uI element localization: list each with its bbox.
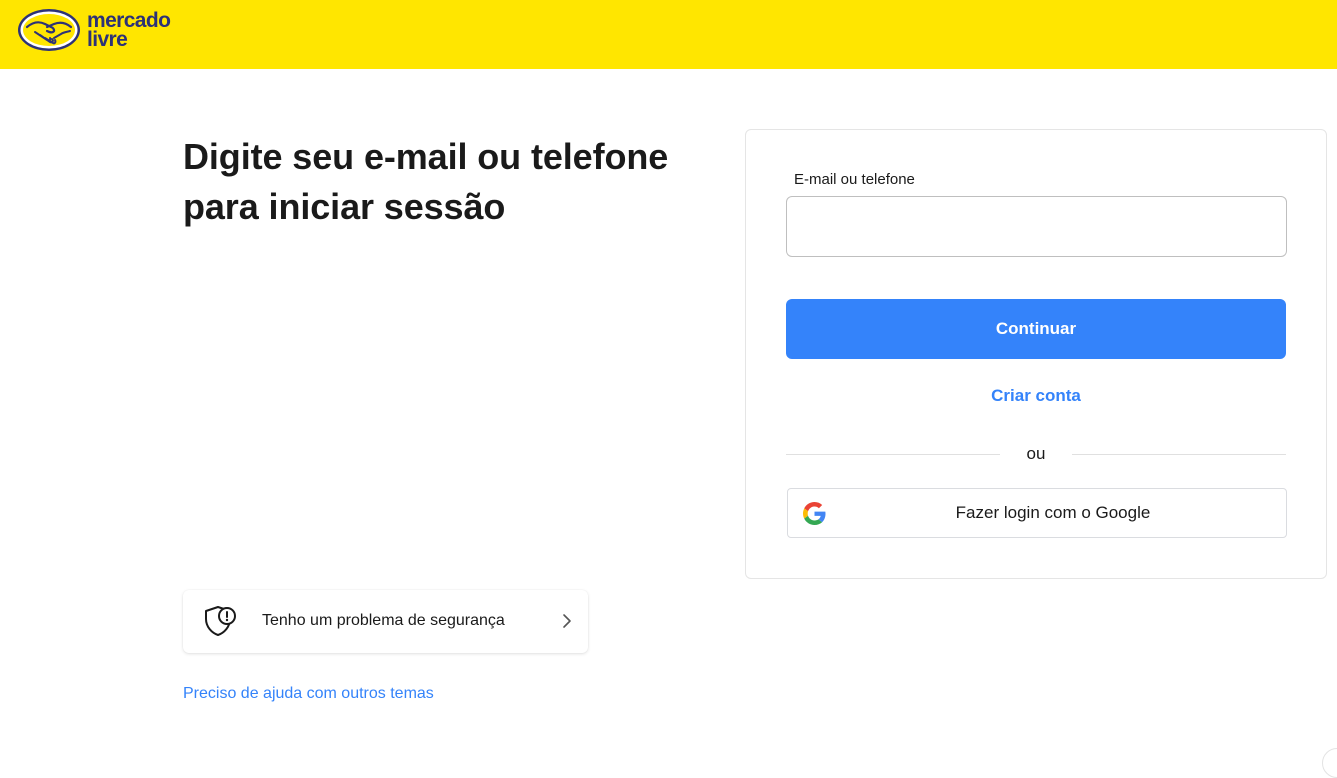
email-phone-input[interactable] — [786, 196, 1287, 257]
mercado-livre-logo[interactable]: mercado livre — [17, 8, 171, 52]
chevron-right-icon — [563, 614, 571, 628]
shield-alert-icon — [205, 606, 236, 636]
page-title: Digite seu e-mail ou telefone para inici… — [183, 136, 669, 227]
handshake-icon — [18, 9, 80, 51]
or-divider: ou — [786, 444, 1286, 464]
floating-circle — [1322, 748, 1337, 778]
email-phone-label: E-mail ou telefone — [794, 171, 915, 188]
help-other-topics-link[interactable]: Preciso de ajuda com outros temas — [183, 685, 434, 703]
google-login-button[interactable]: Fazer login com o Google — [787, 488, 1287, 538]
divider-line-right — [1072, 454, 1286, 455]
login-card: E-mail ou telefone Continuar Criar conta… — [745, 129, 1327, 579]
security-problem-card[interactable]: Tenho um problema de segurança — [183, 590, 588, 653]
google-login-label: Fazer login com o Google — [955, 503, 1151, 522]
brand-wordmark: mercado livre — [87, 10, 171, 51]
create-account-link[interactable]: Criar conta — [786, 386, 1286, 406]
top-header: mercado livre — [0, 0, 1337, 69]
brand-line-2: livre — [87, 28, 128, 51]
security-problem-label: Tenho um problema de segurança — [262, 612, 505, 629]
continue-button[interactable]: Continuar — [786, 299, 1286, 359]
